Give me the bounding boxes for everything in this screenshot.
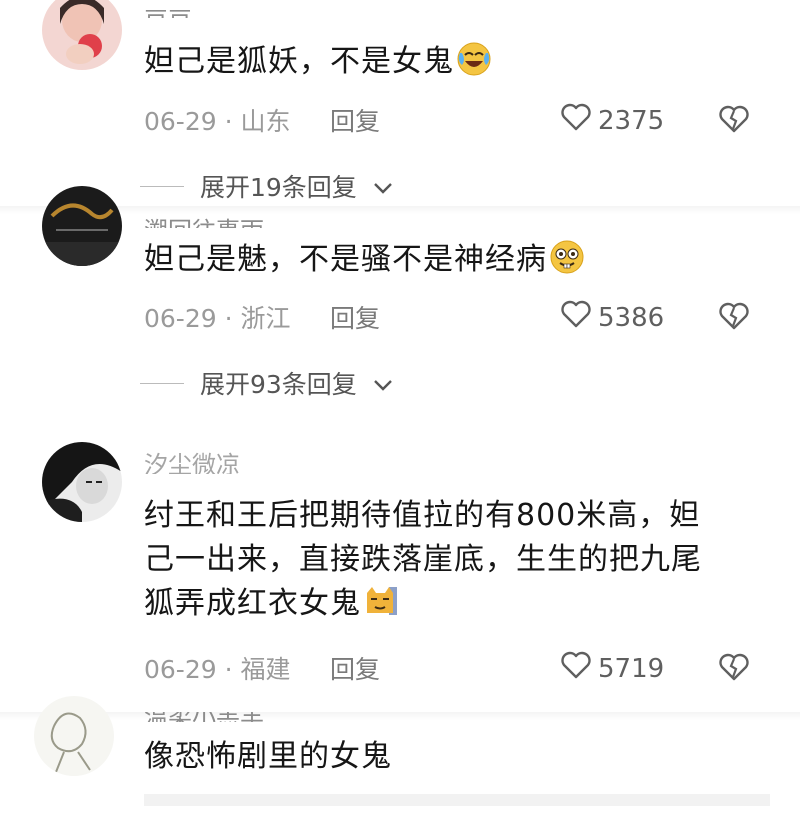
heart-icon [560,299,592,336]
heart-icon [560,102,592,139]
avatar[interactable] [42,186,122,266]
reply-button[interactable]: 回复 [330,650,380,686]
laughing-crying-emoji-icon [456,41,492,77]
heart-icon [560,650,592,687]
crop-divider [0,712,800,720]
username[interactable]: 溯回往事雨 [144,214,264,228]
username[interactable]: 汐尘微凉 [144,452,240,474]
comment-text: 妲己是魅，不是骚不是神经病 [144,238,740,282]
broken-heart-icon [718,653,750,686]
divider-line [140,185,184,187]
reply-button[interactable]: 回复 [330,299,380,335]
comment-meta: 06-29 · 福建 [144,655,291,684]
comment-meta: 06-29 · 山东 [144,107,291,136]
like-count: 2375 [598,105,665,136]
comment-meta: 06-29 · 浙江 [144,304,291,333]
username[interactable]: 温柔小羔羊 [144,712,264,722]
chevron-down-icon [373,369,393,398]
comment-text: 像恐怖剧里的女鬼 [144,739,392,774]
reply-button[interactable]: 回复 [330,102,380,138]
comment-date: 06-29 [144,304,217,333]
dislike-button[interactable] [718,652,750,684]
chevron-down-icon [373,172,393,201]
comment-location: 福建 [240,655,291,684]
like-count: 5719 [598,653,665,684]
reply-input-bar[interactable] [144,794,770,806]
comment-location: 浙江 [240,304,291,333]
avatar[interactable] [34,696,114,776]
broken-heart-icon [718,302,750,335]
cat-emoji-icon [363,583,399,619]
avatar[interactable] [42,0,122,70]
comment-text: 妲己是狐妖，不是女鬼 [144,40,740,84]
silly-face-emoji-icon [549,239,585,275]
like-count: 5386 [598,302,665,333]
expand-replies-button[interactable]: 展开93条回复 [140,365,393,401]
dislike-button[interactable] [718,104,750,136]
avatar[interactable] [42,442,122,522]
like-button[interactable]: 2375 [560,102,664,139]
like-button[interactable]: 5719 [560,650,664,687]
comment-date: 06-29 [144,655,217,684]
username[interactable]: 豆豆 [144,4,192,18]
like-button[interactable]: 5386 [560,299,664,336]
comment-date: 06-29 [144,107,217,136]
expand-replies-button[interactable]: 展开19条回复 [140,168,393,204]
dislike-button[interactable] [718,301,750,333]
comment-text: 纣王和王后把期待值拉的有800米高，妲 己一出来，直接跌落崖底，生生的把九尾 狐… [144,498,702,621]
divider-line [140,382,184,384]
comment-location: 山东 [240,107,291,136]
broken-heart-icon [718,105,750,138]
